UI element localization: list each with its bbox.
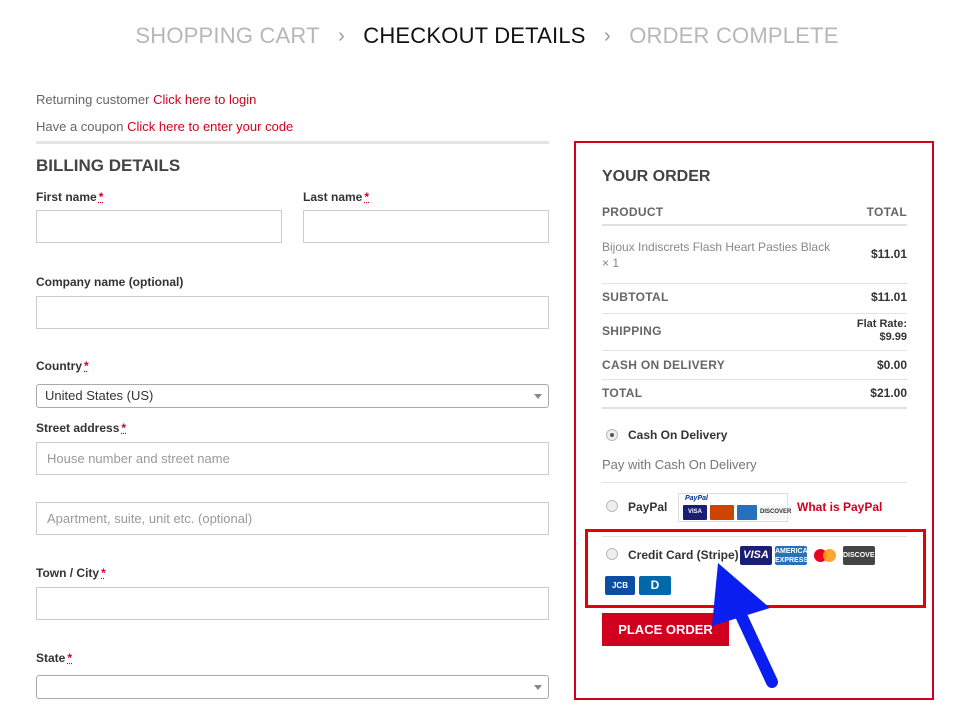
city-label: Town / City * xyxy=(36,566,106,580)
col-total-header: TOTAL xyxy=(866,205,907,219)
required-mark: * xyxy=(121,421,127,435)
billing-title: BILLING DETAILS xyxy=(36,156,181,175)
country-select[interactable]: United States (US) xyxy=(36,384,549,408)
dropdown-arrow-icon xyxy=(534,394,542,399)
required-mark: * xyxy=(364,190,370,204)
required-mark: * xyxy=(98,190,104,204)
cod-payment-label[interactable]: Cash On Delivery xyxy=(628,428,727,442)
mastercard-mini-icon xyxy=(710,505,734,520)
shipping-cost: $9.99 xyxy=(879,331,907,343)
chevron-right-icon: › xyxy=(604,24,611,47)
billing-divider xyxy=(36,141,549,144)
order-divider xyxy=(602,379,907,380)
enter-coupon-link[interactable]: Click here to enter your code xyxy=(127,119,293,134)
country-select-value: United States (US) xyxy=(45,388,154,403)
order-divider xyxy=(602,283,907,284)
street-address-label-text: Street address xyxy=(36,421,120,435)
required-mark: * xyxy=(101,566,106,580)
cod-payment-description: Pay with Cash On Delivery xyxy=(602,457,757,472)
cod-fee-label: CASH ON DELIVERY xyxy=(602,358,726,372)
visa-mini-icon: VISA xyxy=(683,505,707,520)
street-address-input[interactable]: House number and street name xyxy=(36,442,549,475)
payment-divider xyxy=(602,482,907,483)
login-link[interactable]: Click here to login xyxy=(153,92,256,107)
paypal-payment-label[interactable]: PayPal xyxy=(628,500,667,514)
paypal-logo-icon: PayPal xyxy=(685,495,708,502)
country-label-text: Country xyxy=(36,359,82,373)
required-mark: * xyxy=(67,651,73,665)
apartment-input[interactable]: Apartment, suite, unit etc. (optional) xyxy=(36,502,549,535)
street-address-placeholder: House number and street name xyxy=(47,451,230,466)
shipping-label: SHIPPING xyxy=(602,324,662,338)
shipping-value: Flat Rate: $9.99 xyxy=(830,318,907,344)
returning-customer-text: Returning customer xyxy=(36,92,150,107)
state-label-text: State xyxy=(36,651,66,665)
required-mark: * xyxy=(84,359,89,373)
first-name-input[interactable] xyxy=(36,210,282,243)
city-input[interactable] xyxy=(36,587,549,620)
stripe-highlight-box xyxy=(585,529,926,608)
dropdown-arrow-icon xyxy=(534,685,542,690)
state-select[interactable] xyxy=(36,675,549,699)
order-divider xyxy=(602,313,907,314)
checkout-steps: SHOPPING CART › CHECKOUT DETAILS › ORDER… xyxy=(0,22,974,49)
cod-radio[interactable] xyxy=(606,429,618,441)
first-name-label: First name * xyxy=(36,190,103,204)
order-divider xyxy=(602,350,907,351)
returning-customer-notice: Returning customer Click here to login xyxy=(36,92,256,107)
apartment-placeholder: Apartment, suite, unit etc. (optional) xyxy=(47,511,253,526)
coupon-text: Have a coupon xyxy=(36,119,124,134)
amex-mini-icon xyxy=(737,505,757,520)
last-name-label-text: Last name xyxy=(303,190,363,204)
chevron-right-icon: › xyxy=(338,24,345,47)
product-name: Bijoux Indiscrets Flash Heart Pasties Bl… xyxy=(602,240,831,270)
total-value: $21.00 xyxy=(870,386,907,400)
company-input[interactable] xyxy=(36,296,549,329)
company-label: Company name (optional) xyxy=(36,275,184,289)
subtotal-label: SUBTOTAL xyxy=(602,290,669,304)
city-label-text: Town / City xyxy=(36,566,100,580)
discover-mini-icon: DISCOVER xyxy=(760,505,791,520)
product-total: $11.01 xyxy=(870,247,907,261)
shipping-method: Flat Rate: xyxy=(856,318,907,330)
country-label: Country * xyxy=(36,359,89,373)
what-is-paypal-link[interactable]: What is PayPal xyxy=(797,500,882,514)
last-name-label: Last name * xyxy=(303,190,369,204)
col-product-header: PRODUCT xyxy=(602,205,664,219)
order-title: YOUR ORDER xyxy=(602,168,711,185)
subtotal-value: $11.01 xyxy=(870,290,907,304)
street-address-label: Street address * xyxy=(36,421,126,435)
place-order-button[interactable]: PLACE ORDER xyxy=(602,613,729,646)
paypal-acceptance-badge: PayPal VISA DISCOVER xyxy=(678,493,791,522)
coupon-notice: Have a coupon Click here to enter your c… xyxy=(36,119,293,134)
paypal-radio[interactable] xyxy=(606,500,618,512)
order-divider xyxy=(602,224,907,226)
cod-fee-value: $0.00 xyxy=(876,358,907,372)
order-divider xyxy=(602,407,907,409)
total-label: TOTAL xyxy=(602,386,643,400)
step-checkout-details: CHECKOUT DETAILS xyxy=(363,23,586,49)
step-order-complete: ORDER COMPLETE xyxy=(629,23,839,49)
first-name-label-text: First name xyxy=(36,190,97,204)
step-shopping-cart[interactable]: SHOPPING CART xyxy=(135,23,319,49)
last-name-input[interactable] xyxy=(303,210,549,243)
state-label: State * xyxy=(36,651,72,665)
